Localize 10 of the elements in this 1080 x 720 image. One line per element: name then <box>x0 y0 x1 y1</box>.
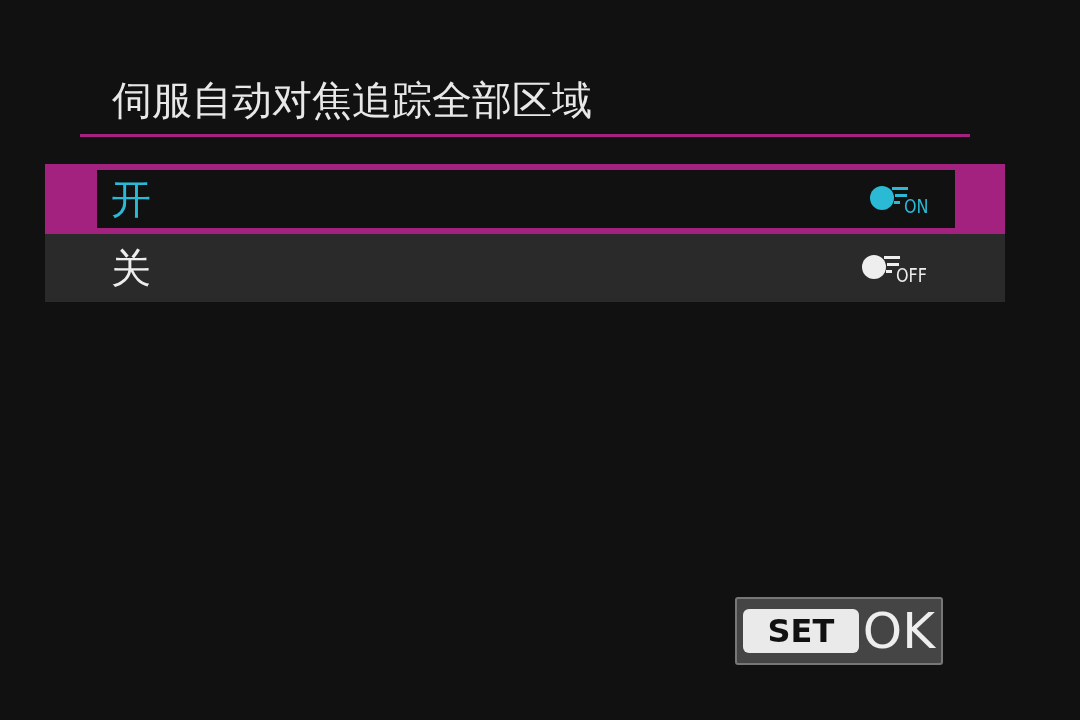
menu-option[interactable]: 开 ON <box>45 164 1005 234</box>
option-label: 关 <box>111 248 151 288</box>
menu-title: 伺服自动对焦追踪全部区域 <box>80 72 970 137</box>
set-key: SET <box>743 609 859 653</box>
icon-label: ON <box>904 196 929 216</box>
icon-label: OFF <box>896 265 928 285</box>
menu-option[interactable]: 关 OFF <box>45 234 1005 302</box>
ok-label: OK <box>862 606 935 656</box>
option-label: 开 <box>111 179 151 219</box>
set-ok-button[interactable]: SET OK <box>735 597 943 665</box>
